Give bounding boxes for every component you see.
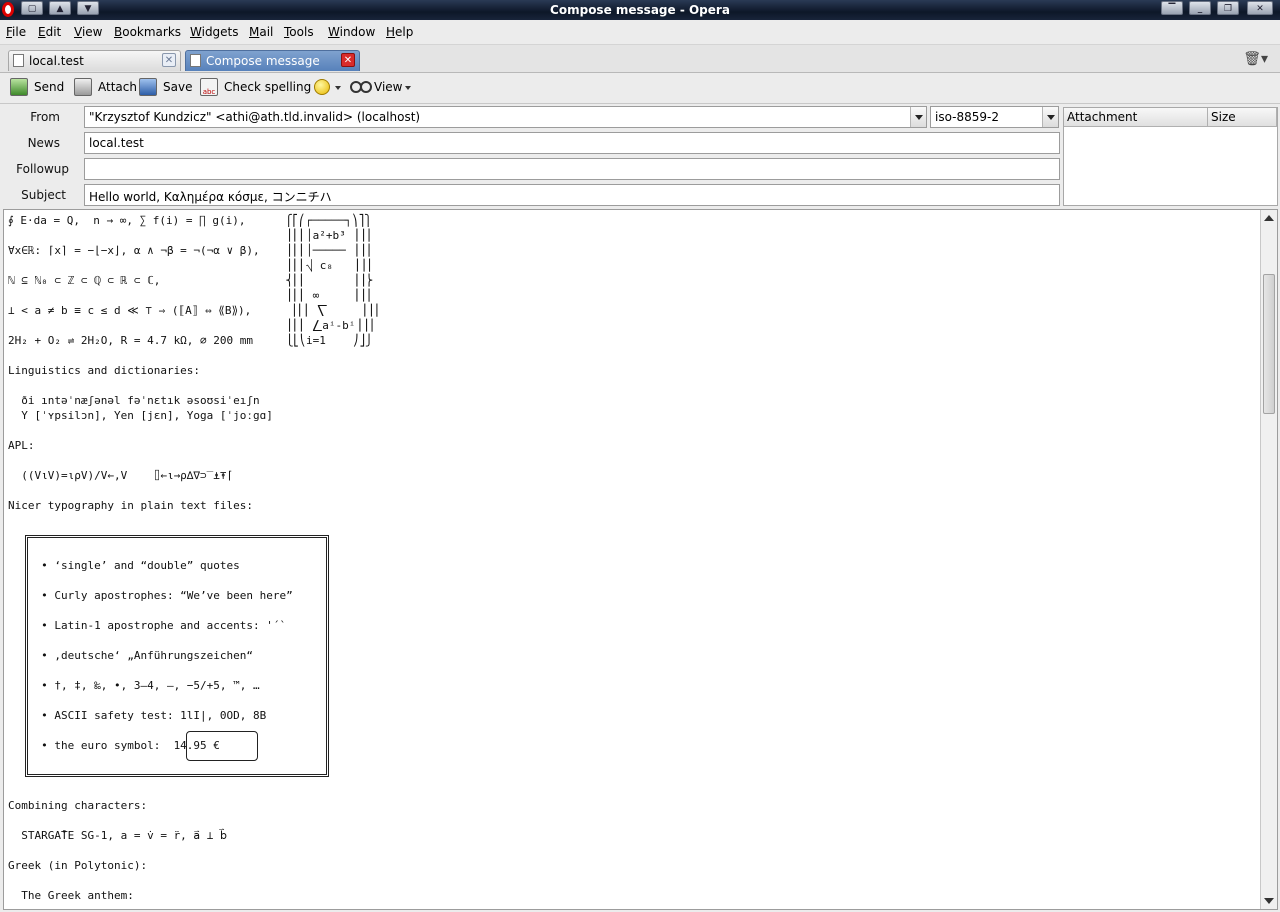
minimize-to-tray-button[interactable]: ▔	[1161, 1, 1183, 15]
body-line: ⎪⎢⎜ ⎳aⁱ-bⁱ⎟⎥⎪	[8, 319, 376, 332]
menu-file[interactable]: File	[6, 25, 26, 39]
from-label: From	[30, 110, 60, 124]
body-line: Nicer typography in plain text files:	[8, 499, 254, 512]
tab-label: local.test	[29, 54, 84, 68]
menu-mail[interactable]: Mail	[249, 25, 273, 39]
typography-box	[25, 535, 329, 777]
menu-widgets[interactable]: Widgets	[190, 25, 239, 39]
subject-field[interactable]: Hello world, Καλημέρα κόσμε, コンニチハ	[84, 184, 1060, 206]
maximize-button[interactable]: ❐	[1217, 1, 1239, 15]
menu-window[interactable]: Window	[328, 25, 375, 39]
document-icon	[13, 54, 24, 67]
body-line: ℕ ⊆ ℕ₀ ⊂ ℤ ⊂ ℚ ⊂ ℝ ⊂ ℂ, ⎨⎢⎜ ⎟⎥⎬	[8, 274, 373, 287]
size-column-header[interactable]: Size	[1208, 108, 1277, 127]
scroll-up-icon[interactable]	[1264, 215, 1274, 221]
body-line: ∮ E⋅da = Q, n → ∞, ∑ f(i) = ∏ g(i), ⎧⎡⎛┌…	[8, 214, 372, 227]
news-field[interactable]: local.test	[84, 132, 1060, 154]
body-line: ⎪⎢⎜ ∞ ⎟⎥⎪	[8, 289, 373, 302]
body-line: APL:	[8, 439, 35, 452]
attachment-list[interactable]: Attachment Size	[1063, 107, 1278, 206]
tab-label: Compose message	[206, 54, 320, 68]
smiley-dropdown-arrow-icon[interactable]	[335, 86, 341, 90]
followup-label: Followup	[16, 162, 69, 176]
euro-box	[186, 731, 258, 761]
body-line: ⎪⎢⎜│a²+b³ ⎟⎥⎪	[8, 229, 373, 242]
tab-bar: local.test ✕ Compose message ✕ 🗑▾	[0, 45, 1280, 73]
body-line: Y [ˈʏpsilɔn], Yen [jɛn], Yoga [ˈjoːgɑ]	[8, 409, 273, 422]
save-button[interactable]: Save	[139, 78, 192, 98]
close-window-button[interactable]: ✕	[1247, 1, 1273, 15]
window-title: Compose message - Opera	[550, 3, 730, 17]
trash-icon[interactable]: 🗑▾	[1243, 51, 1268, 67]
tab-compose-message[interactable]: Compose message ✕	[185, 50, 360, 71]
save-icon	[139, 78, 157, 96]
from-select[interactable]: "Krzysztof Kundzicz" <athi@ath.tld.inval…	[84, 106, 927, 128]
body-line: Linguistics and dictionaries:	[8, 364, 201, 377]
view-button[interactable]: View	[350, 78, 412, 98]
view-dropdown-arrow-icon[interactable]	[405, 86, 411, 90]
send-icon	[10, 78, 28, 96]
scroll-down-icon[interactable]	[1264, 898, 1274, 904]
body-line: ((V⍳V)=⍳⍴V)/V←,V ⌷←⍳→⍴∆∇⊃‾⍎⍕⌈	[8, 469, 234, 482]
check-spelling-button[interactable]: abc Check spelling	[200, 78, 311, 98]
compose-toolbar: Send Attach Save abc Check spelling View	[0, 73, 1280, 104]
body-line: ⊥ < a ≠ b ≡ c ≤ d ≪ ⊤ ⇒ (⟦A⟧ ⇔ ⟪B⟫), ⎪⎢⎜…	[8, 304, 381, 317]
attachment-column-header[interactable]: Attachment	[1064, 108, 1208, 127]
smiley-icon[interactable]	[314, 79, 330, 95]
menu-view[interactable]: View	[74, 25, 102, 39]
minimize-button[interactable]: _	[1189, 1, 1211, 15]
vertical-scrollbar[interactable]	[1260, 210, 1277, 909]
send-button[interactable]: Send	[10, 78, 66, 98]
close-tab-icon[interactable]: ✕	[341, 53, 355, 67]
encoding-select[interactable]: iso-8859-2	[930, 106, 1059, 128]
chevron-down-icon[interactable]	[910, 107, 926, 127]
spellcheck-icon: abc	[200, 78, 218, 96]
menu-bar: File Edit View Bookmarks Widgets Mail To…	[0, 20, 1280, 45]
body-line: ⎪⎢⎜⎷ c₈ ⎟⎥⎪	[8, 259, 373, 272]
attach-button[interactable]: Attach	[74, 78, 137, 98]
message-body-editor[interactable]: ∮ E⋅da = Q, n → ∞, ∑ f(i) = ∏ g(i), ⎧⎡⎛┌…	[3, 209, 1278, 910]
chevron-down-icon[interactable]	[1042, 107, 1058, 127]
compose-icon	[190, 54, 201, 67]
body-line: STARGΑ̊TE SG-1, a = v̇ = r̈, a⃑ ⊥ b⃑	[8, 829, 228, 842]
menu-bookmarks[interactable]: Bookmarks	[114, 25, 181, 39]
followup-field[interactable]	[84, 158, 1060, 180]
body-line: The Greek anthem:	[8, 889, 134, 902]
tab-local-test[interactable]: local.test ✕	[8, 50, 181, 71]
body-line: Combining characters:	[8, 799, 148, 812]
scroll-thumb[interactable]	[1263, 274, 1275, 414]
attach-icon	[74, 78, 92, 96]
body-line: ∀x∈ℝ: ⌈x⌉ = −⌊−x⌋, α ∧ ¬β = ¬(¬α ∨ β), ⎪…	[8, 244, 373, 257]
menu-tools[interactable]: Tools	[284, 25, 314, 39]
news-label: News	[27, 136, 60, 150]
body-line: Greek (in Polytonic):	[8, 859, 148, 872]
close-tab-icon[interactable]: ✕	[162, 53, 176, 67]
subject-label: Subject	[21, 188, 66, 202]
body-line: 2H₂ + O₂ ⇌ 2H₂O, R = 4.7 kΩ, ⌀ 200 mm ⎩⎣…	[8, 334, 373, 347]
menu-help[interactable]: Help	[386, 25, 413, 39]
body-line: ði ıntəˈnæʃənəl fəˈnɛtık əsoʊsiˈeıʃn	[8, 394, 260, 407]
title-bar: ▢ ▲ ▼ Compose message - Opera ▔ _ ❐ ✕	[0, 0, 1280, 20]
menu-edit[interactable]: Edit	[38, 25, 61, 39]
